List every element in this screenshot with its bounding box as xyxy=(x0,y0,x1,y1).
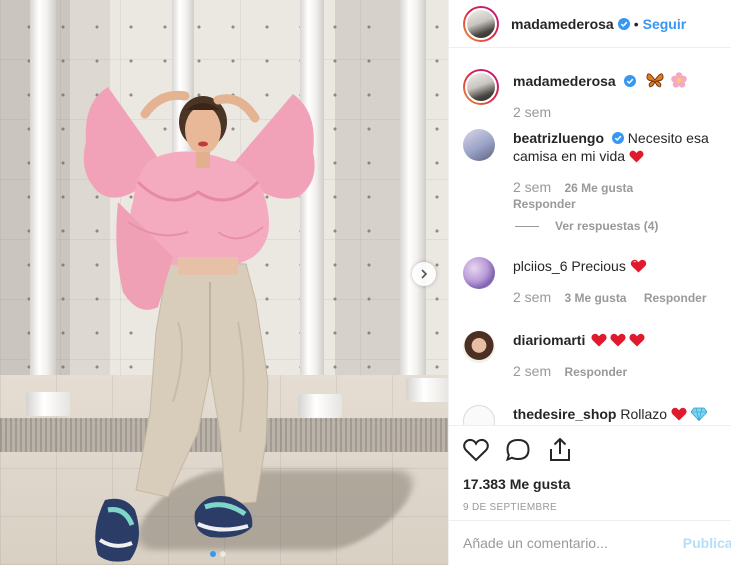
reply-button[interactable]: Responder xyxy=(564,365,627,379)
comment-row: beatrizluengo Necesito esa camisa en mi … xyxy=(463,129,728,211)
author-avatar[interactable] xyxy=(463,5,499,42)
photo-pillar xyxy=(400,0,426,400)
commenter-username[interactable]: thedesire_shop xyxy=(513,406,616,422)
comment-row: diariomarti 2 sem Responder xyxy=(463,331,728,379)
verified-icon xyxy=(611,132,624,144)
reply-button[interactable]: Responder xyxy=(644,291,707,305)
verified-icon xyxy=(623,75,636,87)
comment-likes[interactable]: 26 Me gusta xyxy=(564,181,633,195)
comments-list[interactable]: madamederosa 2 sem beatrizluengo Necesit… xyxy=(449,49,731,425)
caption-username[interactable]: madamederosa xyxy=(513,73,616,89)
photo-pillar xyxy=(30,0,56,400)
commenter-username[interactable]: plciios_6 xyxy=(513,258,567,274)
comment-time[interactable]: 2 sem xyxy=(513,289,551,305)
commenter-avatar[interactable] xyxy=(463,129,495,161)
photo-pillar-base xyxy=(406,378,448,402)
post-side-panel: madamederosa • Seguir madamederosa 2 sem… xyxy=(448,0,731,565)
commenter-avatar[interactable] xyxy=(463,405,495,425)
heart-icon[interactable] xyxy=(463,438,489,462)
carousel-dot xyxy=(210,551,216,557)
add-comment-bar: Publicar xyxy=(449,520,731,565)
photo-pillar-base xyxy=(26,392,70,416)
red-heart-emoji xyxy=(591,333,645,347)
share-icon[interactable] xyxy=(547,437,573,463)
diamond-emoji xyxy=(690,407,707,421)
photo-shoe xyxy=(95,498,139,562)
photo-pillar-base xyxy=(298,394,342,418)
commenter-username[interactable]: beatrizluengo xyxy=(513,130,604,146)
photo-shoe xyxy=(194,496,253,538)
comment-time[interactable]: 2 sem xyxy=(513,363,551,379)
butterfly-emoji xyxy=(645,73,664,88)
verified-icon xyxy=(617,17,630,30)
comment-row: plciios_6 Precious 2 sem 3 Me gusta Resp… xyxy=(463,257,728,305)
commenter-username[interactable]: diariomarti xyxy=(513,332,585,348)
commenter-avatar[interactable] xyxy=(463,331,495,363)
carousel-dot xyxy=(220,551,226,557)
red-heart-emoji xyxy=(671,407,687,421)
separator-dot: • xyxy=(633,15,639,32)
post-header: madamederosa • Seguir xyxy=(449,0,731,48)
reply-button[interactable]: Responder xyxy=(513,197,576,211)
carousel-dots xyxy=(210,551,226,557)
comment-icon[interactable] xyxy=(505,438,531,462)
view-replies-button[interactable]: Ver respuestas (4) xyxy=(515,219,658,233)
post-photo[interactable] xyxy=(0,0,448,565)
comment-likes[interactable]: 3 Me gusta xyxy=(564,291,626,305)
flower-emoji xyxy=(671,72,688,88)
post-actions: 17.383 Me gusta 9 DE SEPTIEMBRE xyxy=(449,425,731,513)
comment-text: Precious xyxy=(571,258,626,274)
follow-button[interactable]: Seguir xyxy=(643,16,687,32)
caption-row: madamederosa 2 sem xyxy=(463,69,728,120)
photo-arms xyxy=(140,90,260,123)
comment-input[interactable] xyxy=(463,535,703,551)
commenter-avatar[interactable] xyxy=(463,257,495,289)
caption-time[interactable]: 2 sem xyxy=(513,104,551,120)
likes-count[interactable]: 17.383 Me gusta xyxy=(463,476,718,492)
comment-row: thedesire_shop Rollazo xyxy=(463,405,728,425)
next-arrow-icon[interactable] xyxy=(412,262,436,286)
post-date[interactable]: 9 DE SEPTIEMBRE xyxy=(463,502,718,513)
comment-time[interactable]: 2 sem xyxy=(513,179,551,195)
red-heart-emoji xyxy=(630,259,646,273)
publish-button[interactable]: Publicar xyxy=(683,535,731,551)
comment-text: Rollazo xyxy=(620,406,668,422)
replies-line xyxy=(515,225,539,227)
red-heart-emoji xyxy=(629,150,644,163)
author-username[interactable]: madamederosa xyxy=(511,16,614,32)
author-avatar[interactable] xyxy=(463,69,499,105)
view-replies-label: Ver respuestas (4) xyxy=(555,219,659,233)
